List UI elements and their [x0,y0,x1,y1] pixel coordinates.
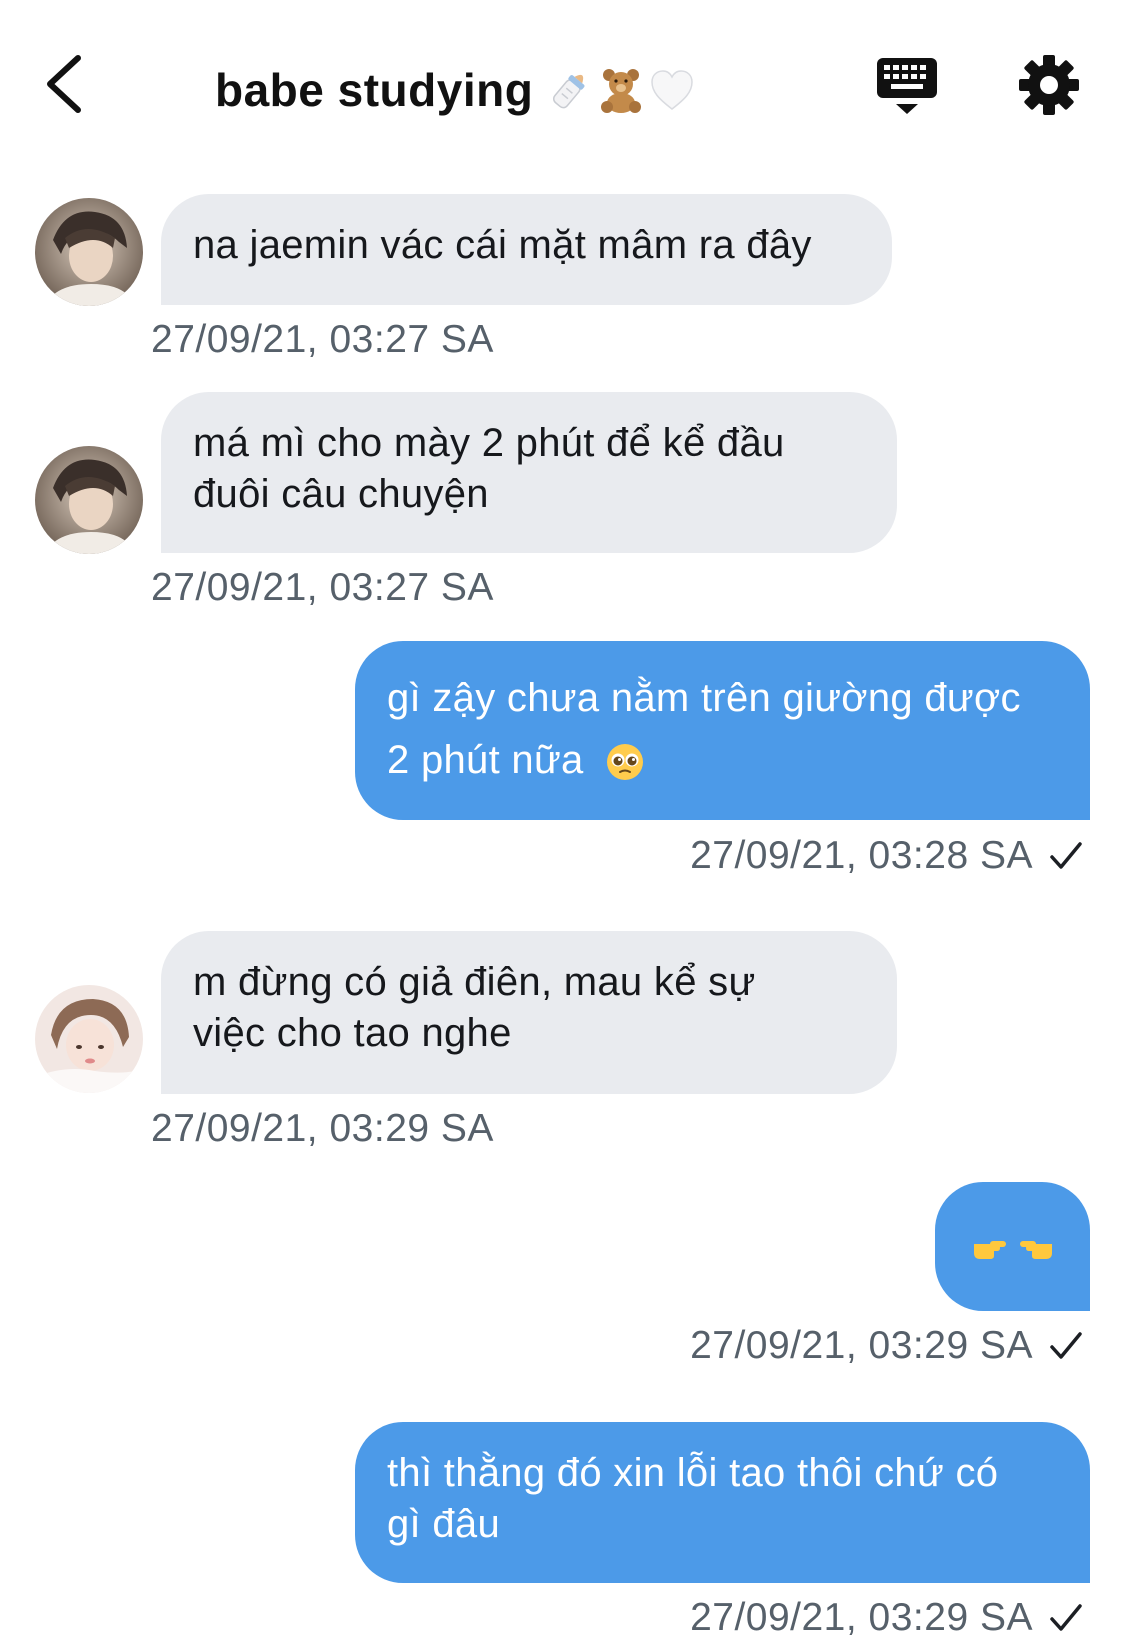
message-text-line: đuôi câu chuyện [193,472,489,516]
message-bubble-outgoing[interactable]: thì thằng đó xin lỗi tao thôi chứ có gì … [355,1422,1090,1583]
message-text-line: gì đâu [387,1502,501,1546]
message-bubble-incoming[interactable]: m đừng có giả điên, mau kể sự việc cho t… [161,931,897,1094]
message-bubble-incoming[interactable]: na jaemin vác cái mặt mâm ra đây [161,194,892,305]
message-bubble-outgoing[interactable]: gì zậy chưa nằm trên giường được 2 phút … [355,641,1090,820]
message-timestamp-row: 27/09/21, 03:29 SA [690,1596,1083,1640]
message-timestamp: 27/09/21, 03:29 SA [151,1107,494,1150]
check-icon [1050,842,1082,869]
message-text-fragment: 2 phút nữa [387,738,584,782]
message-text-line: gì zậy chưa nằm trên giường được [387,676,1021,720]
message-text-line: việc cho tao nghe [193,1011,512,1055]
chat-header: babe studying [0,0,1125,170]
message-timestamp-row: 27/09/21, 03:28 SA [690,834,1083,878]
check-icon [1050,1332,1082,1359]
message-text: na jaemin vác cái mặt mâm ra đây [193,223,812,267]
keyboard-button[interactable] [875,54,939,118]
message-text-line: má mì cho mày 2 phút để kể đầu [193,421,785,465]
baby-bottle-icon [553,74,585,109]
avatar[interactable] [35,446,143,554]
chevron-left-icon [47,55,81,113]
title-emojis [547,67,695,113]
pointing-fingers-icon [973,1240,1052,1259]
white-heart-icon [651,70,694,110]
gear-icon [1019,55,1079,115]
message-text-line: thì thằng đó xin lỗi tao thôi chứ có [387,1451,999,1495]
avatar[interactable] [35,985,143,1093]
pleading-face-icon [607,744,644,781]
message-bubble-incoming[interactable]: má mì cho mày 2 phút để kể đầu đuôi câu … [161,392,897,553]
conversation-title-text: babe studying [215,64,534,116]
check-icon [1050,1604,1082,1631]
message-timestamp: 27/09/21, 03:29 SA [690,1596,1033,1639]
teddy-bear-icon [601,69,642,113]
message-timestamp: 27/09/21, 03:27 SA [151,318,494,361]
conversation-title: babe studying [215,55,695,125]
message-text-line: m đừng có giả điên, mau kể sự [193,960,756,1004]
message-timestamp: 27/09/21, 03:28 SA [690,834,1033,877]
back-button[interactable] [36,48,96,120]
keyboard-hide-icon [877,58,937,114]
settings-button[interactable] [1018,54,1080,116]
avatar[interactable] [35,198,143,306]
message-timestamp: 27/09/21, 03:27 SA [151,566,494,609]
message-timestamp: 27/09/21, 03:29 SA [690,1324,1033,1367]
message-text-line: 2 phút nữa [387,729,1058,791]
message-timestamp-row: 27/09/21, 03:29 SA [690,1324,1083,1368]
message-bubble-outgoing[interactable] [935,1182,1090,1311]
